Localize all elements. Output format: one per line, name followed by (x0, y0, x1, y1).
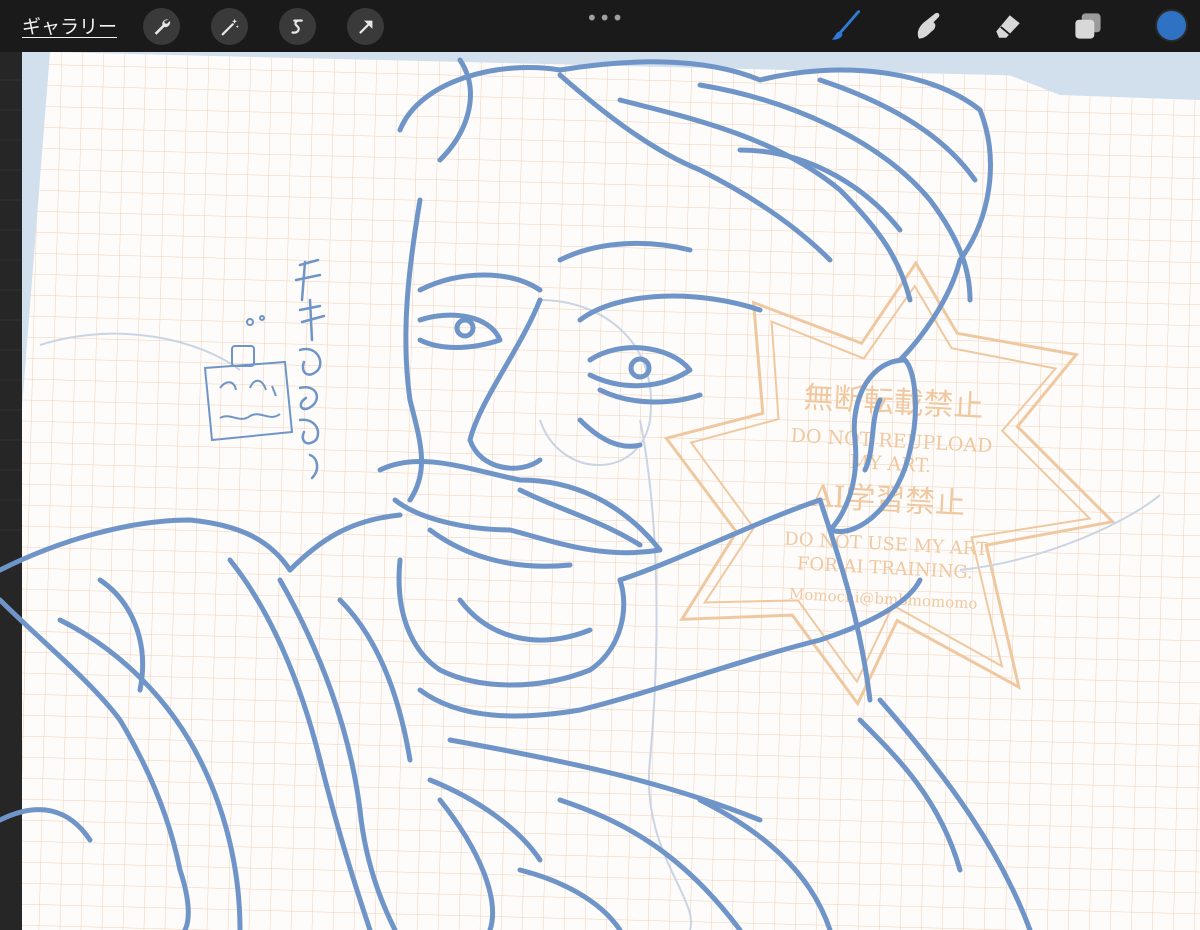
more-menu-dots[interactable]: ••• (586, 6, 624, 30)
grid-paper (22, 52, 1200, 930)
wrench-icon (154, 18, 170, 35)
selection-icon (290, 18, 303, 34)
layers-button[interactable] (1068, 6, 1108, 46)
eraser-tool-button[interactable] (988, 6, 1028, 46)
gallery-button[interactable]: ギャラリー (22, 12, 117, 39)
transform-button[interactable] (347, 8, 384, 45)
eraser-icon (996, 15, 1020, 38)
smudge-tool-button[interactable] (908, 6, 948, 46)
smudge-icon (917, 12, 940, 39)
transform-arrow-icon (358, 20, 372, 34)
actions-wrench-button[interactable] (143, 8, 180, 45)
brush-tool-button[interactable] (826, 6, 866, 46)
magic-wand-icon (221, 18, 239, 35)
brush-icon (831, 10, 861, 40)
color-picker-button[interactable] (1155, 9, 1188, 42)
selection-button[interactable] (279, 8, 316, 45)
drawing-canvas[interactable]: 無断転載禁止 DO NOT REUPLOAD MY ART. AI学習禁止 DO… (0, 52, 1200, 930)
adjustments-wand-button[interactable] (211, 8, 248, 45)
stamp-line-3: MY ART. (849, 451, 932, 477)
top-toolbar: ギャラリー ••• (0, 0, 1200, 52)
canvas-workspace[interactable]: 無断転載禁止 DO NOT REUPLOAD MY ART. AI学習禁止 DO… (0, 52, 1200, 930)
layers-icon (1075, 13, 1101, 39)
